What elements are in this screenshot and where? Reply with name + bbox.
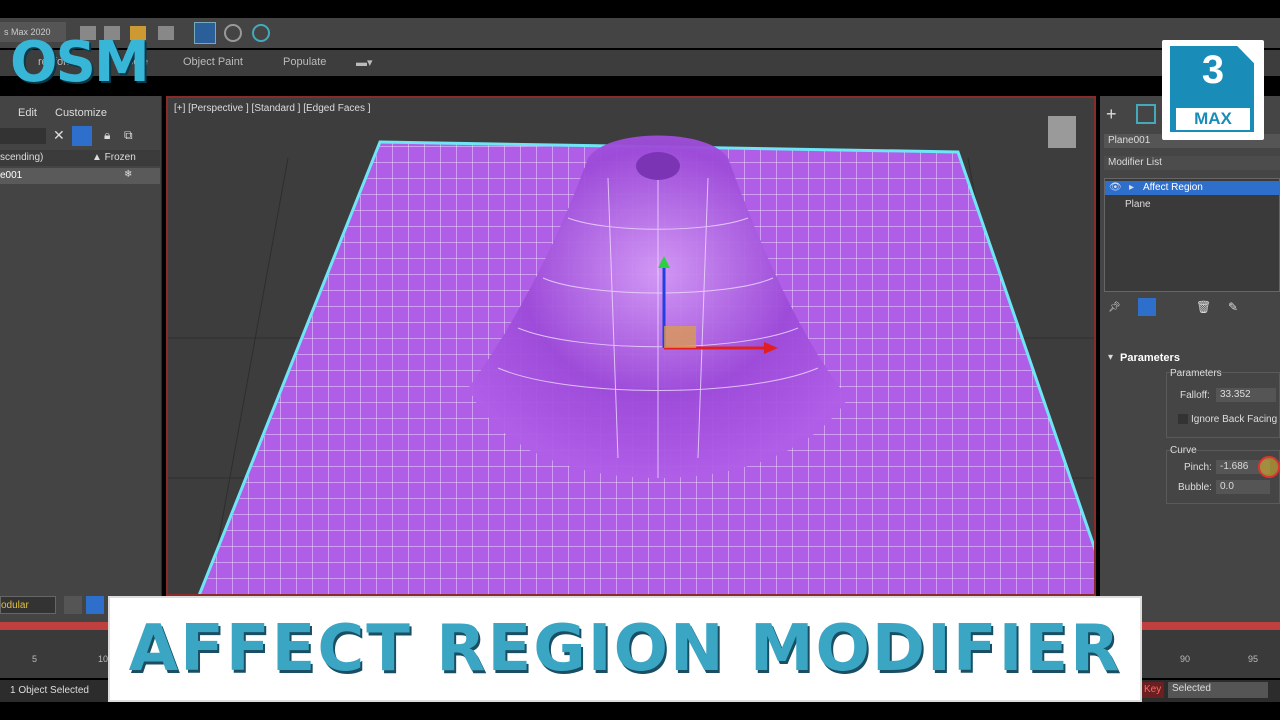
- mesh-render: [168, 116, 1094, 594]
- stack-item-affect-region[interactable]: 👁︎ ▸ Affect Region: [1105, 181, 1279, 195]
- viewcube: [1048, 116, 1076, 148]
- logo-text: MAX: [1176, 108, 1250, 130]
- object-name: e001: [0, 170, 23, 181]
- layer-label: odular: [1, 600, 29, 611]
- title-card: AFFECT REGION MODIFIER: [108, 596, 1142, 702]
- falloff-label: Falloff:: [1180, 390, 1210, 401]
- group-label-parameters: Parameters: [1170, 368, 1222, 379]
- lock-icon[interactable]: 🔒︎: [104, 128, 110, 143]
- modify-tab-icon[interactable]: [1136, 104, 1156, 124]
- key-label: Key: [1144, 684, 1162, 695]
- column-name[interactable]: scending): [0, 152, 43, 163]
- modifier-list-dropdown[interactable]: Modifier List: [1104, 156, 1280, 170]
- tab-object-paint[interactable]: Object Paint: [183, 56, 243, 68]
- layer-dropdown[interactable]: odular: [0, 596, 56, 614]
- column-header: scending) ▲ Frozen: [0, 150, 160, 166]
- close-icon[interactable]: ✕: [53, 127, 65, 144]
- show-end-result-icon[interactable]: [1138, 298, 1156, 316]
- timeline-tick: 95: [1248, 654, 1259, 664]
- timeline-tick: 10: [98, 654, 109, 664]
- menu-edit[interactable]: Edit: [18, 107, 37, 119]
- perspective-viewport[interactable]: [+] [Perspective ] [Standard ] [Edged Fa…: [166, 96, 1096, 596]
- snapshot-icon[interactable]: [224, 24, 242, 42]
- ribbon-tabs: reeform Sele Object Paint Populate ▬▾: [0, 50, 1280, 76]
- explorer-icon[interactable]: [86, 596, 104, 614]
- pinch-label: Pinch:: [1184, 462, 1212, 473]
- 3dsmax-logo: 3 MAX: [1162, 40, 1264, 140]
- modifier-stack: 👁︎ ▸ Affect Region Plane: [1104, 178, 1280, 292]
- ribbon-options-icon[interactable]: ▬▾: [356, 56, 373, 69]
- stack-item-plane[interactable]: Plane: [1125, 199, 1151, 210]
- main-toolbar: s Max 2020: [0, 18, 1280, 48]
- trash-icon[interactable]: 🗑︎: [1196, 300, 1211, 314]
- search-input[interactable]: [0, 128, 46, 144]
- group-label-curve: Curve: [1170, 445, 1197, 456]
- timeline-tick: 5: [32, 654, 38, 664]
- scene-explorer: Edit Customize ✕ 🔒︎ ⧉ scending) ▲ Frozen…: [0, 96, 162, 622]
- rollout-toggle-icon[interactable]: ▾: [1108, 352, 1113, 363]
- bubble-label: Bubble:: [1178, 482, 1212, 493]
- logo-number: 3: [1201, 48, 1225, 92]
- menu-customize[interactable]: Customize: [55, 107, 107, 119]
- key-filter-dropdown[interactable]: Selected: [1168, 682, 1268, 698]
- channel-logo: OSM: [10, 30, 150, 95]
- list-item[interactable]: e001 ❄: [0, 168, 160, 184]
- tab-populate[interactable]: Populate: [283, 56, 326, 68]
- layers-icon[interactable]: [64, 596, 82, 614]
- hierarchy-icon[interactable]: ⧉: [124, 128, 133, 143]
- set-key-button[interactable]: Key: [1142, 682, 1164, 698]
- bubble-spinner[interactable]: 0.0: [1216, 480, 1270, 494]
- selection-status: 1 Object Selected: [10, 685, 89, 696]
- column-frozen[interactable]: ▲ Frozen: [92, 152, 136, 163]
- falloff-spinner[interactable]: 33.352: [1216, 388, 1276, 402]
- filter-icon[interactable]: [72, 126, 92, 146]
- timeline-tick: 90: [1180, 654, 1191, 664]
- ignore-back-facing-checkbox[interactable]: [1178, 414, 1188, 424]
- ignore-back-facing-label: Ignore Back Facing: [1191, 414, 1278, 425]
- eye-icon[interactable]: 👁︎: [1109, 182, 1122, 193]
- toolbar-icon[interactable]: [158, 26, 174, 40]
- pin-icon[interactable]: 📌︎: [1108, 302, 1121, 313]
- configure-icon[interactable]: ✎: [1228, 300, 1238, 314]
- create-tab-icon[interactable]: +: [1106, 104, 1117, 125]
- spinner-highlight-icon[interactable]: [1258, 456, 1280, 478]
- snowflake-icon[interactable]: ❄: [124, 169, 132, 180]
- expand-icon[interactable]: ▸: [1129, 182, 1134, 193]
- stack-label: Affect Region: [1143, 182, 1203, 193]
- parameters-group: [1166, 372, 1280, 438]
- save-icon[interactable]: [194, 22, 216, 44]
- command-panel: + Plane001 Modifier List 👁︎ ▸ Affect Reg…: [1100, 96, 1280, 622]
- refresh-icon[interactable]: [252, 24, 270, 42]
- letterbox-bottom: [0, 702, 1280, 720]
- rollout-parameters[interactable]: Parameters: [1120, 352, 1180, 364]
- video-title: AFFECT REGION MODIFIER: [128, 612, 1122, 686]
